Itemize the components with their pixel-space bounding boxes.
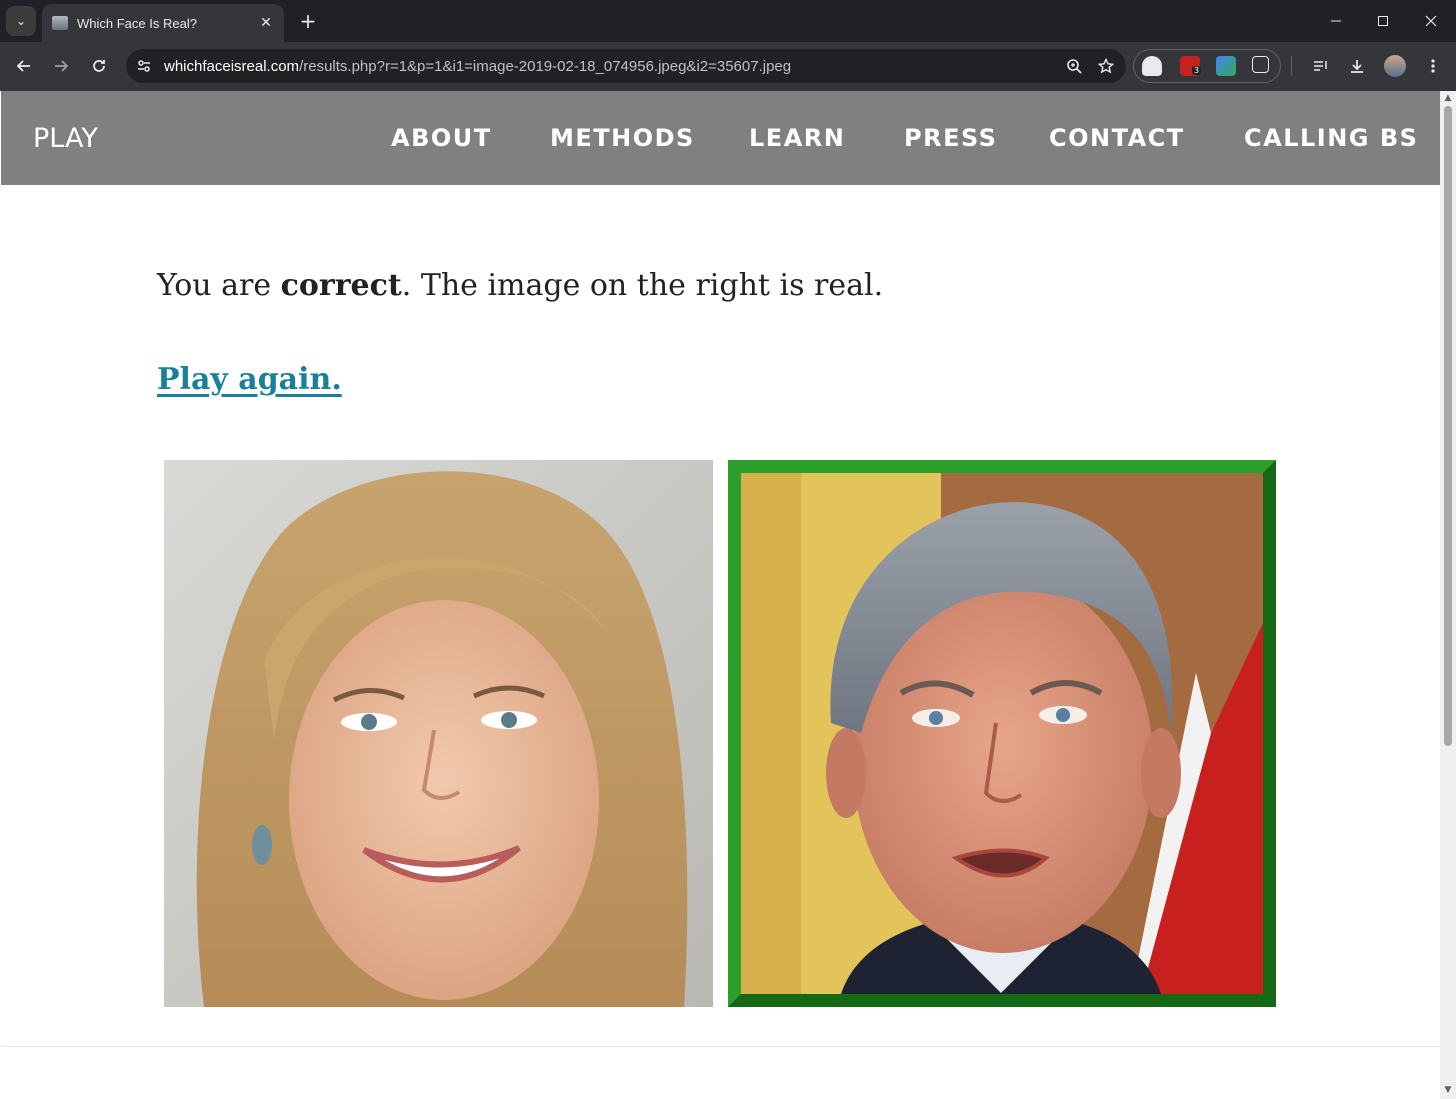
download-icon[interactable]	[1343, 52, 1371, 80]
reload-icon[interactable]	[85, 52, 113, 80]
maximize-icon[interactable]	[1369, 8, 1397, 34]
right-face-image[interactable]	[741, 473, 1263, 994]
nav-play-link[interactable]: PLAY	[33, 123, 98, 154]
extension-1-icon[interactable]	[1142, 56, 1162, 76]
address-bar[interactable]: whichfaceisreal.com/results.php?r=1&p=1&…	[126, 49, 1126, 83]
result-suffix: . The image on the right is real.	[401, 268, 884, 303]
tab-title: Which Face Is Real?	[77, 15, 197, 31]
forward-icon[interactable]	[47, 52, 75, 80]
site-nav: PLAY ABOUT METHODS LEARN PRESS CONTACT C…	[1, 91, 1440, 185]
favicon-icon	[52, 16, 68, 30]
tab-search-icon[interactable]: ⌄	[6, 6, 36, 36]
tune-icon[interactable]	[136, 58, 152, 74]
avatar	[1384, 55, 1406, 77]
toolbar-divider	[1291, 56, 1292, 76]
scrollbar-thumb[interactable]	[1444, 106, 1452, 746]
zoom-icon[interactable]	[1062, 54, 1086, 78]
extension-2-icon[interactable]: 3	[1180, 56, 1202, 76]
browser-tab[interactable]: Which Face Is Real? ✕	[42, 4, 284, 42]
nav-contact-link[interactable]: CONTACT	[1049, 124, 1185, 152]
menu-icon[interactable]	[1419, 52, 1447, 80]
new-tab-button[interactable]: +	[295, 8, 321, 34]
play-again-link[interactable]: Play again.	[157, 362, 342, 397]
browser-tab-strip: ⌄ Which Face Is Real? ✕ +	[0, 0, 1456, 42]
nav-about-link[interactable]: ABOUT	[391, 124, 492, 152]
result-verdict: correct	[280, 268, 402, 303]
window-close-icon[interactable]	[1417, 8, 1445, 34]
result-message: You are correct. The image on the right …	[157, 268, 883, 303]
minimize-icon[interactable]	[1322, 8, 1350, 34]
back-icon[interactable]	[10, 52, 38, 80]
browser-toolbar: whichfaceisreal.com/results.php?r=1&p=1&…	[0, 42, 1456, 91]
nav-calling-bs-link[interactable]: CALLING BS	[1244, 124, 1418, 152]
result-prefix: You are	[157, 268, 281, 303]
nav-methods-link[interactable]: METHODS	[550, 124, 695, 152]
extensions-group: 3	[1133, 49, 1281, 83]
extension-3-icon[interactable]	[1216, 56, 1236, 76]
profile-avatar[interactable]	[1381, 52, 1409, 80]
url-text[interactable]: whichfaceisreal.com/results.php?r=1&p=1&…	[164, 58, 1062, 75]
close-tab-icon[interactable]: ✕	[256, 15, 276, 31]
extensions-icon[interactable]	[1252, 56, 1269, 73]
extension-badge: 3	[1192, 66, 1202, 75]
scroll-down-icon[interactable]: ▼	[1443, 1085, 1453, 1095]
left-face-image[interactable]	[164, 460, 713, 1007]
footer-divider	[1, 1046, 1440, 1047]
star-icon[interactable]	[1094, 54, 1118, 78]
url-domain: whichfaceisreal.com	[164, 57, 300, 75]
nav-press-link[interactable]: PRESS	[904, 124, 997, 152]
url-path: /results.php?r=1&p=1&i1=image-2019-02-18…	[299, 57, 792, 75]
media-icon[interactable]	[1306, 52, 1334, 80]
right-face-image-frame[interactable]	[728, 460, 1276, 1007]
nav-learn-link[interactable]: LEARN	[749, 124, 845, 152]
scroll-up-icon[interactable]: ▲	[1443, 93, 1453, 103]
